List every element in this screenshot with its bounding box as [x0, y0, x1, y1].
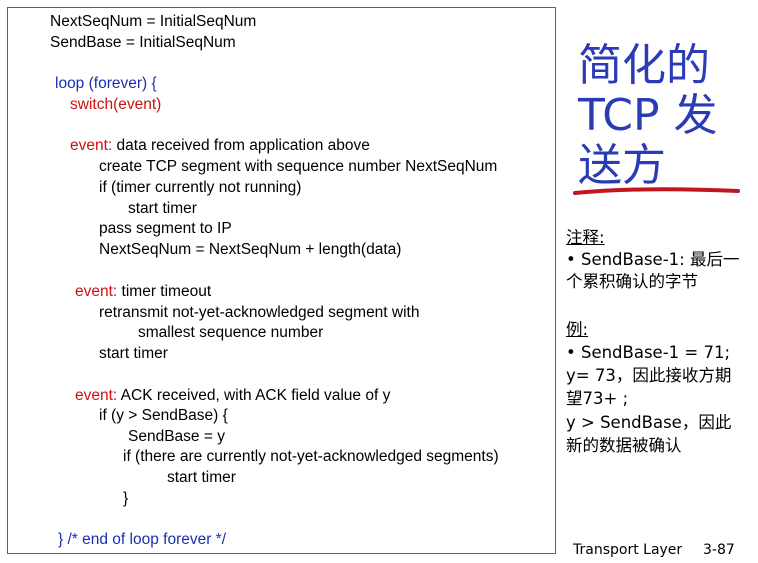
note-line: • SendBase-1: 最后一 [566, 250, 740, 269]
title-underline-stroke [573, 187, 740, 195]
code-line-loop-open: loop (forever) { [55, 75, 157, 92]
code-line: start timer [99, 345, 168, 362]
code-line: NextSeqNum = NextSeqNum + length(data) [99, 241, 402, 258]
example-line: 新的数据被确认 [566, 436, 682, 455]
event-keyword: event: [70, 137, 113, 154]
code-line: retransmit not-yet-acknowledged segment … [99, 304, 420, 321]
code-line: start timer [167, 469, 236, 486]
example-line: y= 73，因此接收方期 [566, 366, 732, 385]
note-line: 个累积确认的字节 [566, 272, 698, 291]
event-header-data-received: event: data received from application ab… [70, 136, 370, 156]
event-header-ack-received: event: ACK received, with ACK field valu… [75, 386, 390, 406]
code-line: start timer [128, 200, 197, 217]
example-line: 望73+ ; [566, 389, 629, 408]
event-keyword: event: [75, 283, 118, 300]
note-label: 注释: [566, 228, 605, 247]
code-line: if (timer currently not running) [99, 179, 302, 196]
code-line-switch: switch(event) [70, 96, 162, 113]
page-number: 3-87 [703, 542, 735, 558]
event-description: data received from application above [112, 137, 370, 154]
code-line: pass segment to IP [99, 220, 232, 237]
code-line: smallest sequence number [138, 324, 324, 341]
event-description: timer timeout [117, 283, 212, 300]
code-line-init-sendbase: SendBase = InitialSeqNum [50, 34, 236, 51]
example-line: y > SendBase，因此 [566, 413, 732, 432]
code-line: if (there are currently not-yet-acknowle… [123, 448, 499, 465]
footer-label: Transport Layer [573, 542, 683, 558]
code-line: if (y > SendBase) { [99, 407, 228, 424]
slide-title-line-2: TCP 发 [578, 90, 718, 141]
event-keyword: event: [75, 387, 118, 404]
example-label: 例: [566, 320, 589, 339]
slide-title-line-1: 简化的 [578, 40, 710, 91]
code-line-loop-close: } /* end of loop forever */ [58, 531, 227, 548]
event-description: ACK received, with ACK field value of y [117, 387, 391, 404]
code-line: SendBase = y [128, 428, 225, 445]
code-line-init-nextseqnum: NextSeqNum = InitialSeqNum [50, 13, 257, 30]
event-header-timer-timeout: event: timer timeout [75, 282, 211, 302]
code-line: } [123, 490, 129, 507]
code-line: create TCP segment with sequence number … [99, 158, 498, 175]
example-line: • SendBase-1 = 71; [566, 343, 731, 362]
